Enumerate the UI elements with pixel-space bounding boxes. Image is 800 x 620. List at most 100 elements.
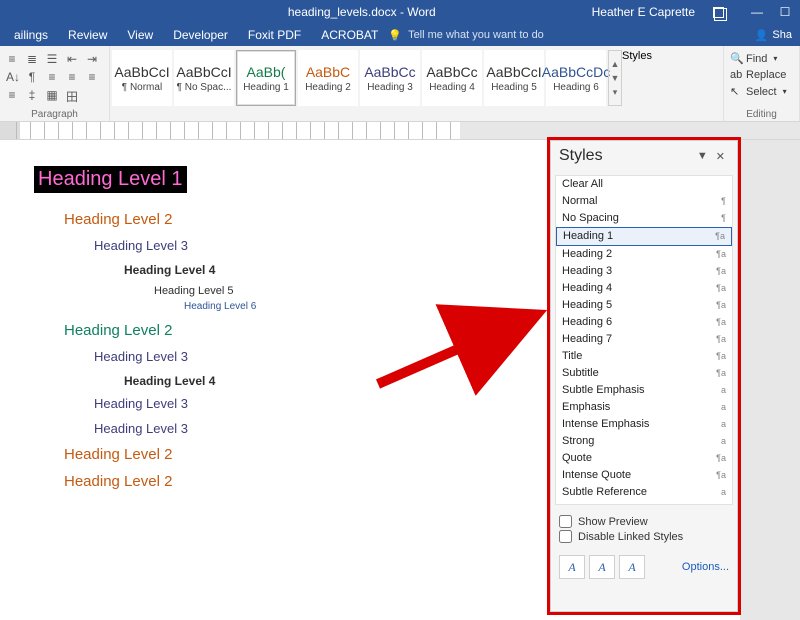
style-indicator: ¶a: [716, 281, 726, 296]
style-row-title[interactable]: Title¶a: [556, 348, 732, 365]
inc-indent-icon[interactable]: ⇥: [86, 52, 98, 66]
style-caption: Heading 2: [305, 82, 351, 93]
style-row-heading-6[interactable]: Heading 6¶a: [556, 314, 732, 331]
style-row-heading-4[interactable]: Heading 4¶a: [556, 280, 732, 297]
disable-linked-input[interactable]: [559, 530, 572, 543]
show-preview-label: Show Preview: [578, 516, 648, 528]
show-preview-checkbox[interactable]: Show Preview: [559, 515, 729, 528]
align-right-icon[interactable]: ≡: [86, 70, 98, 84]
tab-view[interactable]: View: [117, 25, 163, 45]
style-caption: Heading 3: [367, 82, 413, 93]
tab-foxit[interactable]: Foxit PDF: [238, 25, 311, 45]
style-tile-heading-5[interactable]: AaBbCcIHeading 5: [484, 50, 544, 106]
styles-list[interactable]: Clear AllNormal¶No Spacing¶Heading 1¶aHe…: [555, 175, 733, 505]
style-indicator: ¶: [721, 194, 726, 209]
style-tile--normal[interactable]: AaBbCcI¶ Normal: [112, 50, 172, 106]
manage-styles-button[interactable]: A: [619, 555, 645, 579]
find-button[interactable]: 🔍Find▾: [728, 50, 795, 67]
ruler[interactable]: [0, 122, 800, 140]
style-tile-heading-3[interactable]: AaBbCcHeading 3: [360, 50, 420, 106]
style-row-clear-all[interactable]: Clear All: [556, 176, 732, 193]
tab-acrobat[interactable]: ACROBAT: [311, 25, 388, 45]
justify-icon[interactable]: ≡: [6, 88, 18, 105]
style-tile-heading-1[interactable]: AaBb(Heading 1: [236, 50, 296, 106]
select-label: Select: [746, 86, 777, 98]
replace-button[interactable]: abReplace: [728, 67, 795, 83]
right-gutter: [740, 140, 800, 620]
numbering-icon[interactable]: ≣: [26, 52, 38, 66]
style-row-intense-emphasis[interactable]: Intense Emphasisa: [556, 416, 732, 433]
tab-review[interactable]: Review: [58, 25, 117, 45]
style-row-heading-7[interactable]: Heading 7¶a: [556, 331, 732, 348]
style-indicator: ¶a: [716, 264, 726, 279]
minimize-button[interactable]: —: [750, 5, 764, 19]
style-indicator: ¶a: [716, 315, 726, 330]
style-indicator: ¶a: [716, 332, 726, 347]
style-row-heading-2[interactable]: Heading 2¶a: [556, 246, 732, 263]
style-name: Title: [562, 349, 582, 364]
tell-me[interactable]: 💡 Tell me what you want to do: [388, 29, 543, 42]
style-row-normal[interactable]: Normal¶: [556, 193, 732, 210]
show-preview-input[interactable]: [559, 515, 572, 528]
styles-group: AaBbCcI¶ NormalAaBbCcI¶ No Spac...AaBb(H…: [110, 46, 724, 121]
borders-icon[interactable]: 田: [66, 88, 78, 105]
down-arrow-icon[interactable]: ▼: [611, 71, 620, 85]
style-tile--no-spac-[interactable]: AaBbCcI¶ No Spac...: [174, 50, 234, 106]
style-sample: AaBbCcDc: [542, 64, 610, 80]
paragraph-group: ≡ ≣ ☰ ⇤ ⇥ A↓ ¶ ≡ ≡ ≡ ≡ ‡ ▦ 田 Paragraph: [0, 46, 110, 121]
disable-linked-checkbox[interactable]: Disable Linked Styles: [559, 530, 729, 543]
user-name: Heather E Caprette: [592, 5, 695, 19]
editing-group: 🔍Find▾ abReplace ↖Select▾ Editing: [724, 46, 800, 121]
style-indicator: ¶a: [716, 298, 726, 313]
close-icon[interactable]: ✕: [712, 150, 729, 163]
bullets-icon[interactable]: ≡: [6, 52, 18, 66]
style-row-subtle-reference[interactable]: Subtle Referencea: [556, 484, 732, 501]
style-row-subtitle[interactable]: Subtitle¶a: [556, 365, 732, 382]
style-tile-heading-6[interactable]: AaBbCcDcHeading 6: [546, 50, 606, 106]
sort-icon[interactable]: A↓: [6, 70, 18, 84]
dec-indent-icon[interactable]: ⇤: [66, 52, 78, 66]
share-button[interactable]: 👤 Sha: [747, 26, 800, 45]
style-name: Heading 1: [563, 229, 613, 244]
style-row-quote[interactable]: Quote¶a: [556, 450, 732, 467]
gallery-scroll[interactable]: ▲ ▼ ▾: [608, 50, 622, 106]
new-style-button[interactable]: A: [559, 555, 585, 579]
multilevel-icon[interactable]: ☰: [46, 52, 58, 66]
select-button[interactable]: ↖Select▾: [728, 83, 795, 100]
style-name: Subtle Emphasis: [562, 383, 645, 398]
style-inspector-button[interactable]: A: [589, 555, 615, 579]
tell-me-label: Tell me what you want to do: [408, 29, 544, 41]
doc-heading-1[interactable]: Heading Level 1: [34, 166, 187, 193]
style-row-no-spacing[interactable]: No Spacing¶: [556, 210, 732, 227]
tab-developer[interactable]: Developer: [163, 25, 238, 45]
align-left-icon[interactable]: ≡: [46, 70, 58, 84]
styles-options-link[interactable]: Options...: [682, 561, 729, 573]
style-caption: Heading 6: [553, 82, 599, 93]
shading-icon[interactable]: ▦: [46, 88, 58, 105]
style-gallery[interactable]: AaBbCcI¶ NormalAaBbCcI¶ No Spac...AaBb(H…: [112, 50, 606, 106]
align-center-icon[interactable]: ≡: [66, 70, 78, 84]
style-row-heading-1[interactable]: Heading 1¶a: [556, 227, 732, 246]
style-indicator: a: [721, 485, 726, 500]
style-row-strong[interactable]: Stronga: [556, 433, 732, 450]
maximize-button[interactable]: ☐: [778, 5, 792, 19]
style-row-heading-5[interactable]: Heading 5¶a: [556, 297, 732, 314]
style-caption: Heading 4: [429, 82, 475, 93]
style-tile-heading-2[interactable]: AaBbCHeading 2: [298, 50, 358, 106]
expand-gallery-icon[interactable]: ▾: [613, 85, 618, 99]
style-row-heading-3[interactable]: Heading 3¶a: [556, 263, 732, 280]
pilcrow-icon[interactable]: ¶: [26, 70, 38, 84]
spacing-icon[interactable]: ‡: [26, 88, 38, 105]
styles-pane-title: Styles: [559, 147, 693, 165]
style-tile-heading-4[interactable]: AaBbCcHeading 4: [422, 50, 482, 106]
style-row-emphasis[interactable]: Emphasisa: [556, 399, 732, 416]
style-indicator: a: [721, 417, 726, 432]
style-row-subtle-emphasis[interactable]: Subtle Emphasisa: [556, 382, 732, 399]
pane-menu-icon[interactable]: ▼: [693, 150, 712, 162]
style-row-intense-quote[interactable]: Intense Quote¶a: [556, 467, 732, 484]
tab-mailings[interactable]: ailings: [4, 25, 58, 45]
style-name: Strong: [562, 434, 594, 449]
up-arrow-icon[interactable]: ▲: [611, 57, 620, 71]
disable-linked-label: Disable Linked Styles: [578, 531, 683, 543]
ribbon-display-icon[interactable]: [713, 7, 724, 18]
